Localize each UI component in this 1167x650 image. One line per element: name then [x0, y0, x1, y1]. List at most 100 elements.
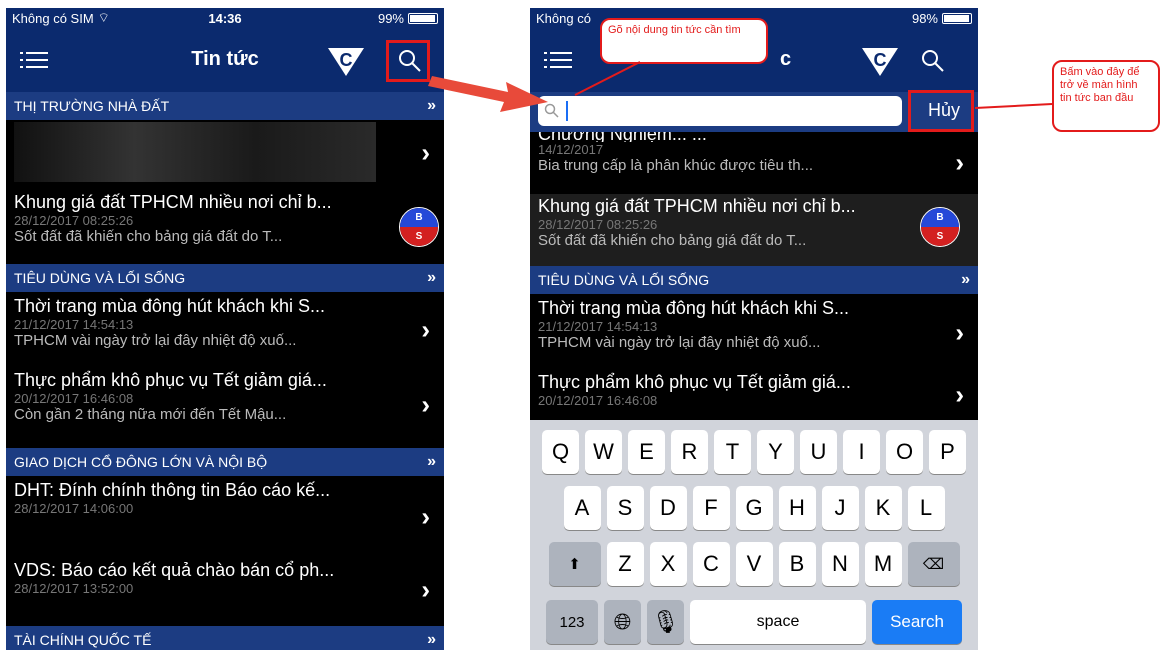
key-s[interactable]: S	[606, 486, 644, 530]
key-z[interactable]: Z	[606, 542, 644, 586]
key-o[interactable]: O	[886, 430, 923, 474]
battery-status: 98%	[912, 11, 972, 26]
section-header-international[interactable]: TÀI CHÍNH QUỐC TẾ »	[6, 626, 444, 650]
chevron-right-icon: ›	[955, 379, 964, 410]
key-t[interactable]: T	[714, 430, 751, 474]
item-summary: Sốt đất đã khiến cho bảng giá đất do T..…	[538, 232, 807, 249]
double-chevron-icon: »	[961, 271, 970, 288]
space-key[interactable]: space	[690, 600, 866, 644]
search-input[interactable]	[574, 102, 874, 120]
key-j[interactable]: J	[821, 486, 859, 530]
key-c[interactable]: C	[692, 542, 730, 586]
blurred-content	[14, 122, 376, 182]
search-hint-callout: Gõ nội dung tin tức cần tìm	[600, 18, 768, 64]
keyboard-row-4: 123 🌐︎ 🎙︎ space Search	[530, 600, 978, 644]
double-chevron-icon: »	[427, 631, 436, 648]
backspace-icon: ⌫	[922, 556, 945, 573]
key-d[interactable]: D	[649, 486, 687, 530]
section-header-insider[interactable]: GIAO DỊCH CỔ ĐÔNG LỚN VÀ NỘI BỘ »	[6, 448, 444, 476]
list-item[interactable]: Thực phẩm khô phục vụ Tết giảm giá... 20…	[530, 370, 978, 420]
chevron-right-icon: ›	[421, 574, 430, 605]
key-a[interactable]: A	[563, 486, 601, 530]
nav-bar: Tin tức C	[6, 28, 444, 92]
key-w[interactable]: W	[585, 430, 622, 474]
keyboard-row-3: ⬆ Z X C V B N M ⌫	[530, 542, 978, 586]
key-v[interactable]: V	[735, 542, 773, 586]
section-label: TÀI CHÍNH QUỐC TẾ	[14, 632, 152, 648]
cancel-highlight	[908, 90, 974, 132]
key-e[interactable]: E	[628, 430, 665, 474]
item-date: 28/12/2017 13:52:00	[14, 581, 134, 596]
shift-key[interactable]: ⬆	[548, 542, 601, 586]
item-summary: Còn gần 2 tháng nữa mới đến Tết Mậu...	[14, 406, 287, 423]
keyboard-row-1: Q W E R T Y U I O P	[530, 430, 978, 474]
bs-badge[interactable]: B S	[920, 207, 960, 247]
key-b[interactable]: B	[778, 542, 816, 586]
item-title: DHT: Đính chính thông tin Báo cáo kế...	[14, 480, 331, 500]
key-n[interactable]: N	[821, 542, 859, 586]
item-summary: Bia trung cấp là phân khúc được tiêu th.…	[538, 157, 814, 174]
key-i[interactable]: I	[843, 430, 880, 474]
section-label: TIÊU DÙNG VÀ LỐI SỐNG	[14, 270, 186, 286]
key-r[interactable]: R	[671, 430, 708, 474]
key-x[interactable]: X	[649, 542, 687, 586]
list-item[interactable]: DHT: Đính chính thông tin Báo cáo kế... …	[6, 478, 444, 556]
brand-logo-icon[interactable]: C	[326, 42, 366, 78]
battery-icon	[942, 12, 972, 24]
key-m[interactable]: M	[864, 542, 902, 586]
search-icon[interactable]	[920, 48, 946, 74]
section-header-real-estate[interactable]: THỊ TRƯỜNG NHÀ ĐẤT »	[6, 92, 444, 120]
list-item[interactable]: Thực phẩm khô phục vụ Tết giảm giá... 20…	[6, 368, 444, 442]
bs-badge[interactable]: B S	[399, 207, 439, 247]
cancel-hint-callout: Bấm vào đây để trở về màn hình tin tức b…	[1052, 60, 1160, 132]
microphone-icon[interactable]: 🎙︎	[647, 600, 684, 644]
backspace-key[interactable]: ⌫	[907, 542, 960, 586]
svg-text:C: C	[340, 50, 353, 70]
item-summary: Sốt đất đã khiến cho bảng giá đất do T..…	[14, 228, 283, 245]
globe-icon[interactable]: 🌐︎	[604, 600, 641, 644]
key-y[interactable]: Y	[757, 430, 794, 474]
list-item[interactable]: VDS: Báo cáo kết quả chào bán cổ ph... 2…	[6, 558, 444, 622]
key-q[interactable]: Q	[542, 430, 579, 474]
left-screen: Không có SIM ⌔ 14:36 99% Tin tức C THỊ T…	[6, 8, 444, 650]
key-k[interactable]: K	[864, 486, 902, 530]
numbers-key[interactable]: 123	[546, 600, 598, 644]
item-date: 21/12/2017 14:54:13	[14, 317, 134, 332]
page-title: Tin tức	[191, 48, 259, 70]
search-highlight	[386, 40, 430, 82]
search-icon	[544, 103, 559, 118]
search-field[interactable]	[538, 96, 902, 126]
chevron-right-icon: ›	[421, 314, 430, 345]
key-h[interactable]: H	[778, 486, 816, 530]
item-date: 14/12/2017	[538, 142, 604, 157]
item-summary: TPHCM vài ngày trở lại đây nhiệt độ xuố.…	[14, 332, 297, 349]
key-l[interactable]: L	[907, 486, 945, 530]
pointer-line	[974, 103, 1053, 109]
text-cursor	[566, 101, 568, 121]
section-header-lifestyle[interactable]: TIÊU DÙNG VÀ LỐI SỐNG »	[530, 266, 978, 294]
item-date: 20/12/2017 16:46:08	[14, 391, 134, 406]
key-p[interactable]: P	[929, 430, 966, 474]
list-item[interactable]: Thời trang mùa đông hút khách khi S... 2…	[530, 296, 978, 370]
keyboard: Q W E R T Y U I O P A S D F G H J K L ⬆ …	[530, 420, 978, 650]
menu-icon[interactable]	[544, 50, 572, 70]
item-title: VDS: Báo cáo kết quả chào bán cổ ph...	[14, 560, 335, 580]
list-item[interactable]: Chương Nghiệm... ... 14/12/2017 Bia trun…	[530, 132, 978, 194]
list-item[interactable]: Khung giá đất TPHCM nhiều nơi chỉ b... 2…	[530, 194, 978, 266]
section-header-lifestyle[interactable]: TIÊU DÙNG VÀ LỐI SỐNG »	[6, 264, 444, 292]
page-title: c	[780, 48, 792, 70]
list-item[interactable]: Thời trang mùa đông hút khách khi S... 2…	[6, 294, 444, 366]
item-summary: TPHCM vài ngày trở lại đây nhiệt độ xuố.…	[538, 334, 821, 351]
item-title: Thời trang mùa đông hút khách khi S...	[14, 296, 325, 316]
key-u[interactable]: U	[800, 430, 837, 474]
list-item[interactable]: Khung giá đất TPHCM nhiều nơi chỉ b... 2…	[6, 190, 444, 262]
search-bar: Hủy	[530, 90, 978, 132]
battery-label: 98%	[911, 10, 938, 26]
right-screen: Không có 98% c C Hủy Chương Nghiệm... ..…	[530, 8, 978, 650]
brand-logo-icon[interactable]: C	[860, 42, 900, 78]
key-f[interactable]: F	[692, 486, 730, 530]
search-key[interactable]: Search	[872, 600, 962, 644]
key-g[interactable]: G	[735, 486, 773, 530]
list-item[interactable]: ›	[6, 120, 444, 186]
status-bar: Không có SIM ⌔ 14:36 99%	[6, 8, 444, 28]
